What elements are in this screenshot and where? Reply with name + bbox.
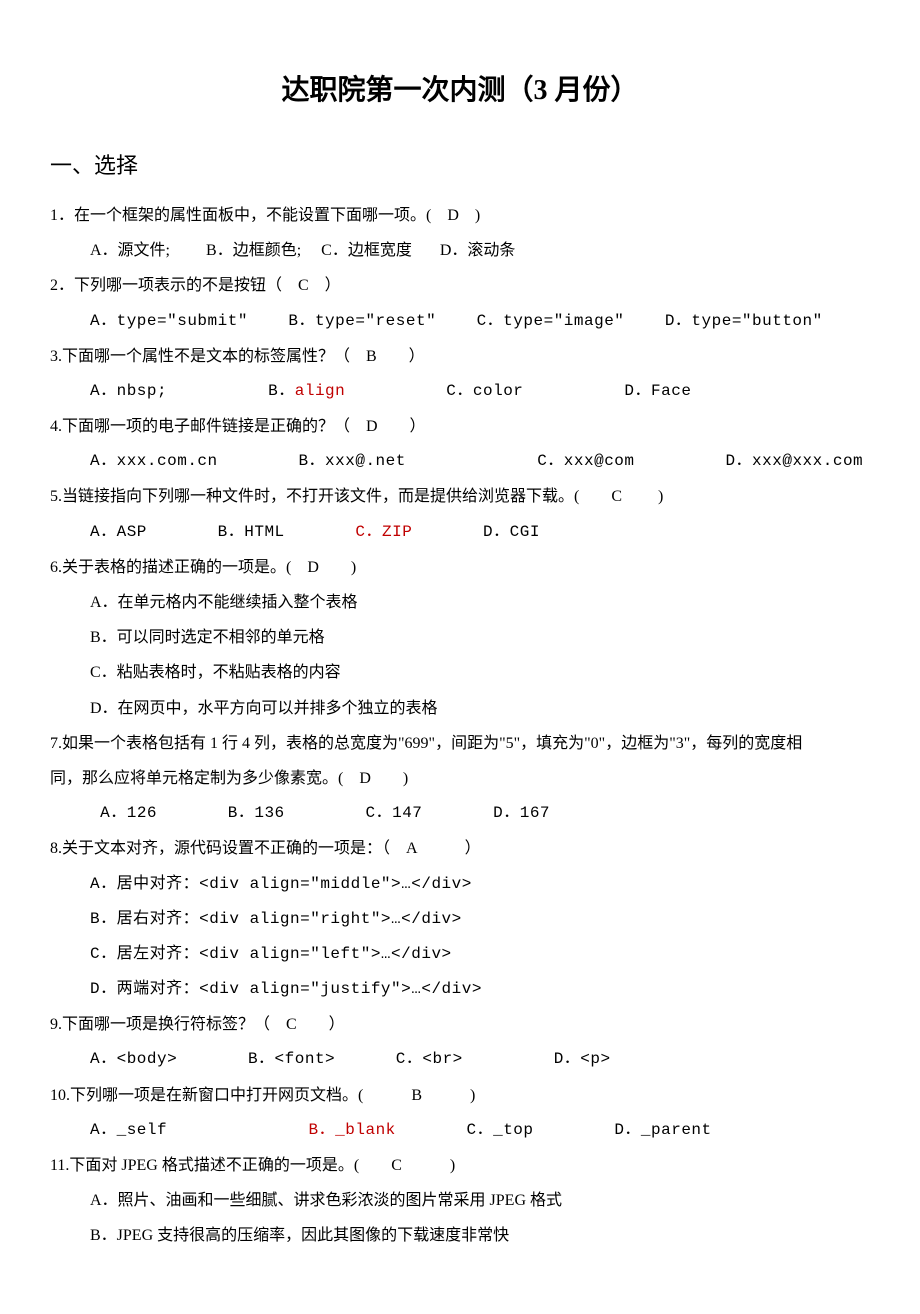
q7-opt-c: C．147	[365, 804, 422, 822]
q2-opt-b: B．type="reset"	[288, 312, 436, 330]
question-5-options: A．ASP B．HTML C．ZIP D．CGI	[50, 515, 870, 550]
q7-opt-a: A．126	[100, 804, 157, 822]
q11-opt-a: A．照片、油画和一些细腻、讲求色彩浓淡的图片常采用 JPEG 格式	[50, 1183, 870, 1218]
q9-opt-d: D．<p>	[554, 1050, 611, 1068]
question-10-stem: 10.下列哪一项是在新窗口中打开网页文档。( B )	[50, 1078, 870, 1113]
q7-opt-d: D．167	[493, 804, 550, 822]
page-title: 达职院第一次内测（3 月份）	[50, 60, 870, 122]
q8-opt-b: B．居右对齐：<div align="right">…</div>	[50, 902, 870, 937]
q1-opt-b: B．边框颜色;	[206, 242, 301, 259]
q4-opt-c: C．xxx@com	[537, 452, 634, 470]
q1-opt-c: C．边框宽度	[321, 242, 412, 259]
q5-opt-c-pre: C．	[355, 523, 382, 541]
q1-opt-a: A．源文件;	[90, 242, 170, 259]
q5-opt-b: B．HTML	[218, 523, 285, 541]
q3-opt-d: D．Face	[624, 382, 691, 400]
q10-opt-d: D．_parent	[614, 1121, 711, 1139]
q2-opt-d: D．type="button"	[665, 312, 823, 330]
q5-opt-c-red: ZIP	[382, 523, 412, 541]
question-8-stem: 8.关于文本对齐，源代码设置不正确的一项是：（ A ）	[50, 831, 870, 866]
q6-opt-a: A．在单元格内不能继续插入整个表格	[50, 585, 870, 620]
question-3-options: A．nbsp; B．align C．color D．Face	[50, 374, 870, 409]
q6-opt-b: B．可以同时选定不相邻的单元格	[50, 620, 870, 655]
q11-opt-b: B．JPEG 支持很高的压缩率，因此其图像的下载速度非常快	[50, 1218, 870, 1253]
q5-opt-a: A．ASP	[90, 523, 147, 541]
q1-opt-d: D．滚动条	[440, 242, 516, 259]
question-11-stem: 11.下面对 JPEG 格式描述不正确的一项是。( C )	[50, 1148, 870, 1183]
question-4-stem: 4.下面哪一项的电子邮件链接是正确的？（ D ）	[50, 409, 870, 444]
q8-opt-c: C．居左对齐：<div align="left">…</div>	[50, 937, 870, 972]
q10-opt-b-red: _blank	[335, 1121, 396, 1139]
q9-opt-b: B．<font>	[248, 1050, 335, 1068]
section-heading: 一、选择	[50, 142, 870, 190]
question-5-stem: 5.当链接指向下列哪一种文件时，不打开该文件，而是提供给浏览器下载。( C )	[50, 479, 870, 514]
question-4-options: A．xxx.com.cn B．xxx@.net C．xxx@com D．xxx@…	[50, 444, 870, 479]
question-7-stem-line1: 7.如果一个表格包括有 1 行 4 列，表格的总宽度为"699"，间距为"5"，…	[50, 726, 870, 761]
q2-opt-c: C．type="image"	[477, 312, 625, 330]
question-9-options: A．<body> B．<font> C．<br> D．<p>	[50, 1042, 870, 1077]
question-9-stem: 9.下面哪一项是换行符标签？（ C ）	[50, 1007, 870, 1042]
q3-opt-b-red: align	[295, 382, 346, 400]
question-10-options: A．_self B．_blank C．_top D．_parent	[50, 1113, 870, 1148]
question-7-options: A．126 B．136 C．147 D．167	[50, 796, 870, 831]
question-2-options: A．type="submit" B．type="reset" C．type="i…	[50, 304, 870, 339]
q4-opt-d: D．xxx@xxx.com	[725, 452, 863, 470]
question-1-options: A．源文件; B．边框颜色; C．边框宽度 D．滚动条	[50, 233, 870, 268]
q10-opt-c: C．_top	[466, 1121, 533, 1139]
q3-opt-a: A．nbsp;	[90, 382, 167, 400]
q7-opt-b: B．136	[228, 804, 285, 822]
q8-opt-d: D．两端对齐：<div align="justify">…</div>	[50, 972, 870, 1007]
question-2-stem: 2．下列哪一项表示的不是按钮（ C ）	[50, 268, 870, 303]
q6-opt-d: D．在网页中，水平方向可以并排多个独立的表格	[50, 691, 870, 726]
q3-opt-b-pre: B．	[268, 382, 295, 400]
question-6-stem: 6.关于表格的描述正确的一项是。( D )	[50, 550, 870, 585]
q5-opt-d: D．CGI	[483, 523, 540, 541]
q2-opt-a: A．type="submit"	[90, 312, 248, 330]
q10-opt-a: A．_self	[90, 1121, 167, 1139]
q9-opt-a: A．<body>	[90, 1050, 177, 1068]
question-7-stem-line2: 同，那么应将单元格定制为多少像素宽。( D )	[50, 761, 870, 796]
q8-opt-a: A．居中对齐：<div align="middle">…</div>	[50, 867, 870, 902]
q3-opt-c: C．color	[446, 382, 523, 400]
question-3-stem: 3.下面哪一个属性不是文本的标签属性？（ B ）	[50, 339, 870, 374]
question-1-stem: 1．在一个框架的属性面板中，不能设置下面哪一项。( D )	[50, 198, 870, 233]
q4-opt-b: B．xxx@.net	[298, 452, 405, 470]
q9-opt-c: C．<br>	[396, 1050, 463, 1068]
q10-opt-b-pre: B．	[309, 1121, 336, 1139]
q4-opt-a: A．xxx.com.cn	[90, 452, 218, 470]
q6-opt-c: C．粘贴表格时，不粘贴表格的内容	[50, 655, 870, 690]
